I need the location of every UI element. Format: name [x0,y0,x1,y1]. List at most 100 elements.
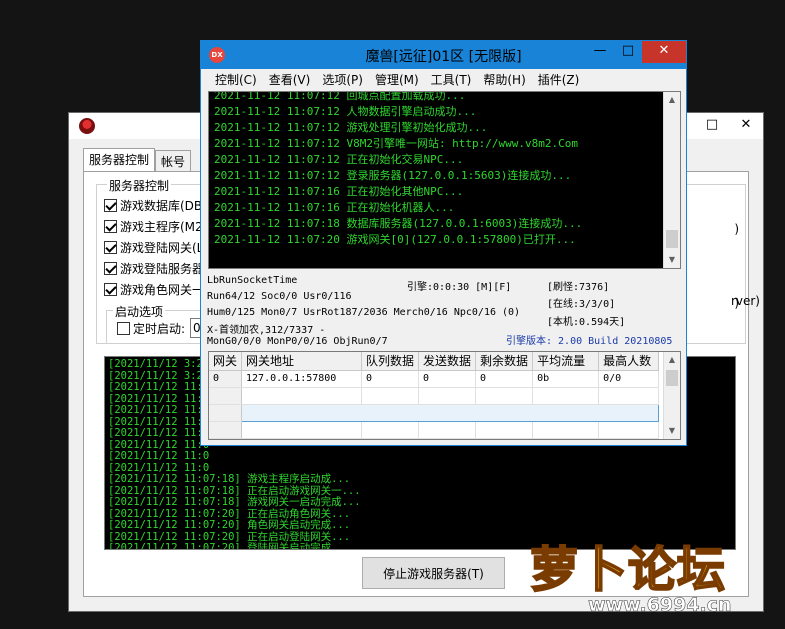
selected-cell[interactable] [241,403,660,422]
empty-cell [209,421,243,439]
scroll-up-icon[interactable]: ▲ [664,352,680,368]
scroll-up-icon[interactable]: ▲ [664,92,680,108]
checkbox-role-gate[interactable]: 游戏角色网关一 [104,281,204,298]
log-line: [2021/11/12 11:07:18] 游戏主程序启动成... [108,473,351,485]
status-online: [在线:3/3/0] [547,299,616,310]
col-average-traffic[interactable]: 平均流量 [532,352,600,371]
menu-bar: 控制(C) 查看(V) 选项(P) 管理(M) 工具(T) 帮助(H) 插件(Z… [201,69,686,91]
front-window-titlebar[interactable]: DX 魔兽[远征]01区 [无限版] — □ ✕ [201,41,686,69]
checkbox-box[interactable] [104,220,117,233]
status-engine-time: 引擎:0:0:30 [M][F] [407,282,512,293]
game-engine-window: DX 魔兽[远征]01区 [无限版] — □ ✕ 控制(C) 查看(V) 选项(… [200,40,687,446]
watermark-logo: 萝卜论坛 [529,541,727,599]
status-refresh-monsters: [刷怪:7376] [547,282,610,293]
back-maximize-button[interactable]: □ [695,113,729,139]
empty-cell [418,421,477,439]
scroll-thumb[interactable] [666,230,678,248]
col-gateway[interactable]: 网关 [209,352,243,371]
back-close-button[interactable]: ✕ [729,113,763,139]
status-hum-line: Hum0/125 Mon0/7 UsrRot187/2036 Merch0/16… [207,307,521,318]
log-line: 2021-11-12 11:07:16 正在初始化机器人... [214,201,455,214]
menu-control[interactable]: 控制(C) [209,69,263,91]
checkbox-box[interactable] [104,262,117,275]
checkbox-box[interactable] [117,322,130,335]
checkbox-label: 游戏登陆网关(L [120,241,204,255]
col-send-data[interactable]: 发送数据 [418,352,477,371]
empty-cell [209,387,243,405]
table-row[interactable] [209,421,660,439]
scheduled-start-label: 定时启动: [133,322,186,336]
menu-view[interactable]: 查看(V) [263,69,317,91]
empty-cell [241,387,363,405]
menu-options[interactable]: 选项(P) [316,69,369,91]
table-row[interactable]: 0 127.0.0.1:57800 0 0 0 0b 0/0 [209,370,660,388]
table-row[interactable] [209,387,660,405]
status-boss-line: X-首领加农,312/7337 - [207,325,326,336]
status-mon-line: MonG0/0/0 MonP0/0/16 ObjRun0/7 [207,336,388,347]
maximize-button[interactable]: □ [614,41,642,63]
col-queue-data[interactable]: 队列数据 [361,352,420,371]
clipped-label-fragment: ) [734,222,739,236]
checkbox-login-gate[interactable]: 游戏登陆网关(L [104,239,203,256]
scroll-down-icon[interactable]: ▼ [664,252,680,268]
log-line: 2021-11-12 11:07:16 正在初始化其他NPC... [214,185,464,198]
log-line: [2021/11/12 11:07:18] 游戏网关一启动完成... [108,496,361,508]
col-remaining-data[interactable]: 剩余数据 [475,352,534,371]
checkbox-m2-server[interactable]: 游戏主程序(M2S [104,218,210,235]
menu-manage[interactable]: 管理(M) [369,69,425,91]
checkbox-box[interactable] [104,283,117,296]
gateway-table[interactable]: 网关 网关地址 队列数据 发送数据 剩余数据 平均流量 最高人数 0 127.0… [208,351,681,440]
col-max-players[interactable]: 最高人数 [598,352,660,371]
log-line: 2021-11-12 11:07:12 V8M2引擎唯一网站: http://w… [214,137,579,150]
scroll-thumb[interactable] [666,370,678,386]
menu-help[interactable]: 帮助(H) [477,69,531,91]
engine-status-panel: LbRunSocketTime 引擎:0:0:30 [M][F] [刷怪:737… [207,273,683,351]
checkbox-box[interactable] [104,241,117,254]
table-row-selected[interactable] [209,403,660,422]
col-gateway-address[interactable]: 网关地址 [241,352,363,371]
engine-version: 引擎版本: 2.00 Build 20210805 [506,336,673,347]
log-line: 2021-11-12 11:07:18 数据库服务器(127.0.0.1:600… [214,217,583,230]
log-scrollbar[interactable]: ▲ ▼ [663,92,680,268]
menu-plugins[interactable]: 插件(Z) [532,69,586,91]
empty-cell [209,404,243,422]
status-run-line: Run64/12 Soc0/0 Usr0/116 [207,291,352,302]
log-line: 2021-11-12 11:07:12 回城点配置加载成功... [214,91,466,102]
clipped-label-fragment: rver) [730,294,760,308]
checkbox-db-server[interactable]: 游戏数据库(DBS [104,197,210,214]
checkbox-label: 游戏登陆服务器 [120,262,205,276]
status-local: [本机:0.594天] [547,317,626,328]
tab-account[interactable]: 帐号 [155,150,192,171]
cell-send-data: 0 [418,370,477,388]
menu-tools[interactable]: 工具(T) [425,69,478,91]
log-line: 2021-11-12 11:07:12 游戏处理引擎初始化成功... [214,121,488,134]
empty-cell [475,387,534,405]
checkbox-label: 游戏主程序(M2S [120,220,211,234]
scroll-down-icon[interactable]: ▼ [664,423,680,439]
checkbox-login-server[interactable]: 游戏登陆服务器 [104,260,204,277]
stop-game-server-button[interactable]: 停止游戏服务器(T) [362,557,505,589]
log-line: 2021-11-12 11:07:12 人物数据引擎启动成功... [214,105,477,118]
cell-average-traffic: 0b [532,370,600,388]
checkbox-box[interactable] [104,199,117,212]
table-header-row: 网关 网关地址 队列数据 发送数据 剩余数据 平均流量 最高人数 [209,352,660,371]
empty-cell [532,421,600,439]
tab-server-control[interactable]: 服务器控制 [83,148,156,171]
empty-cell [598,387,660,405]
engine-log-console[interactable]: 2021-11-12 11:07:12 回城点配置加载成功... 2021-11-… [208,91,681,269]
close-button[interactable]: ✕ [642,41,686,63]
log-line: 2021-11-12 11:07:12 登录服务器(127.0.0.1:5603… [214,169,572,182]
server-control-group-title: 服务器控制 [107,177,172,194]
checkbox-label: 游戏角色网关一 [120,283,205,297]
empty-cell [532,387,600,405]
table-scrollbar[interactable]: ▲ ▼ [663,352,680,439]
minimize-button[interactable]: — [586,41,614,63]
cell-max-players: 0/0 [598,370,660,388]
log-line: 2021-11-12 11:07:12 正在初始化交易NPC... [214,153,464,166]
cell-gateway: 0 [209,370,243,388]
log-line: [2021/11/12 11:0 [108,450,210,462]
forum-watermark: 萝卜论坛 www.6994.cn [529,530,780,625]
empty-cell [475,421,534,439]
scheduled-start-checkbox[interactable]: 定时启动: [117,320,185,337]
empty-cell [418,387,477,405]
